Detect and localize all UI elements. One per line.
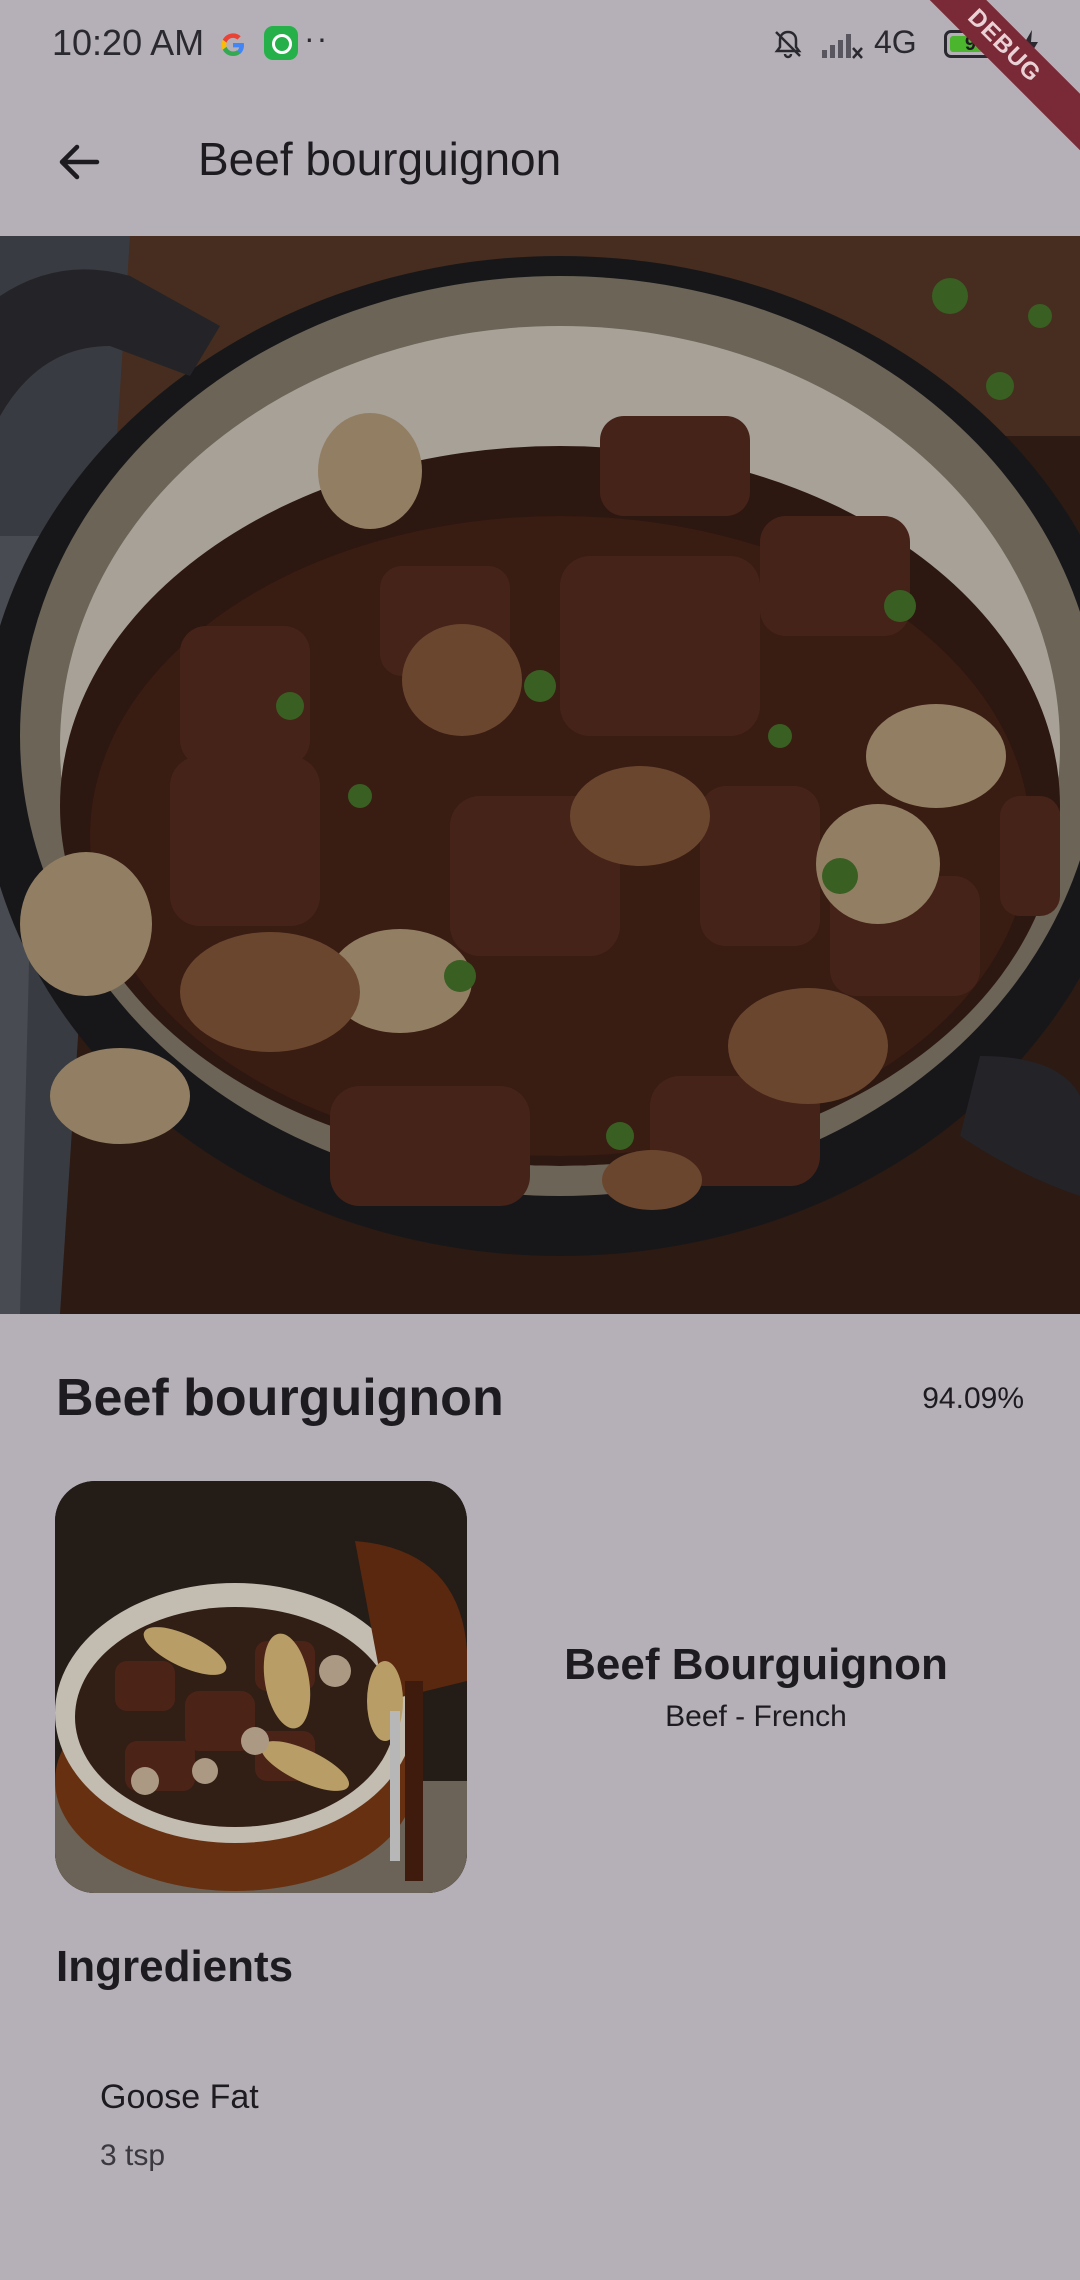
meal-thumbnail[interactable] (55, 1481, 467, 1893)
ingredient-name: Goose Fat (100, 2078, 259, 2116)
arrow-back-icon (59, 144, 100, 180)
beef-stew-pot-image (0, 236, 1080, 1314)
back-button[interactable] (40, 124, 116, 200)
more-notifications-icon: ·· (304, 20, 330, 56)
match-score: 94.09% (922, 1382, 1024, 1415)
bell-off-icon (774, 30, 802, 59)
ingredients-heading: Ingredients (56, 1942, 294, 1991)
meal-thumbnail-image (55, 1481, 467, 1893)
meal-name: Beef Bourguignon (564, 1640, 948, 1689)
hero-image (0, 236, 1080, 1314)
whatsapp-icon (264, 26, 298, 60)
ingredient-quantity: 3 tsp (100, 2139, 166, 2172)
status-bar: 10:20 AM ·· 4G 90 DEBUG (0, 0, 1080, 160)
google-icon (221, 33, 244, 56)
status-time: 10:20 AM (52, 22, 205, 63)
app-bar: Beef bourguignon (0, 90, 1080, 236)
ingredient-item: Goose Fat 3 tsp (100, 2078, 259, 2173)
app-bar-title: Beef bourguignon (198, 133, 562, 185)
network-type: 4G (874, 24, 917, 60)
signal-icon (822, 34, 863, 59)
meal-category: Beef - French (665, 1700, 847, 1733)
recipe-title: Beef bourguignon (56, 1369, 504, 1427)
